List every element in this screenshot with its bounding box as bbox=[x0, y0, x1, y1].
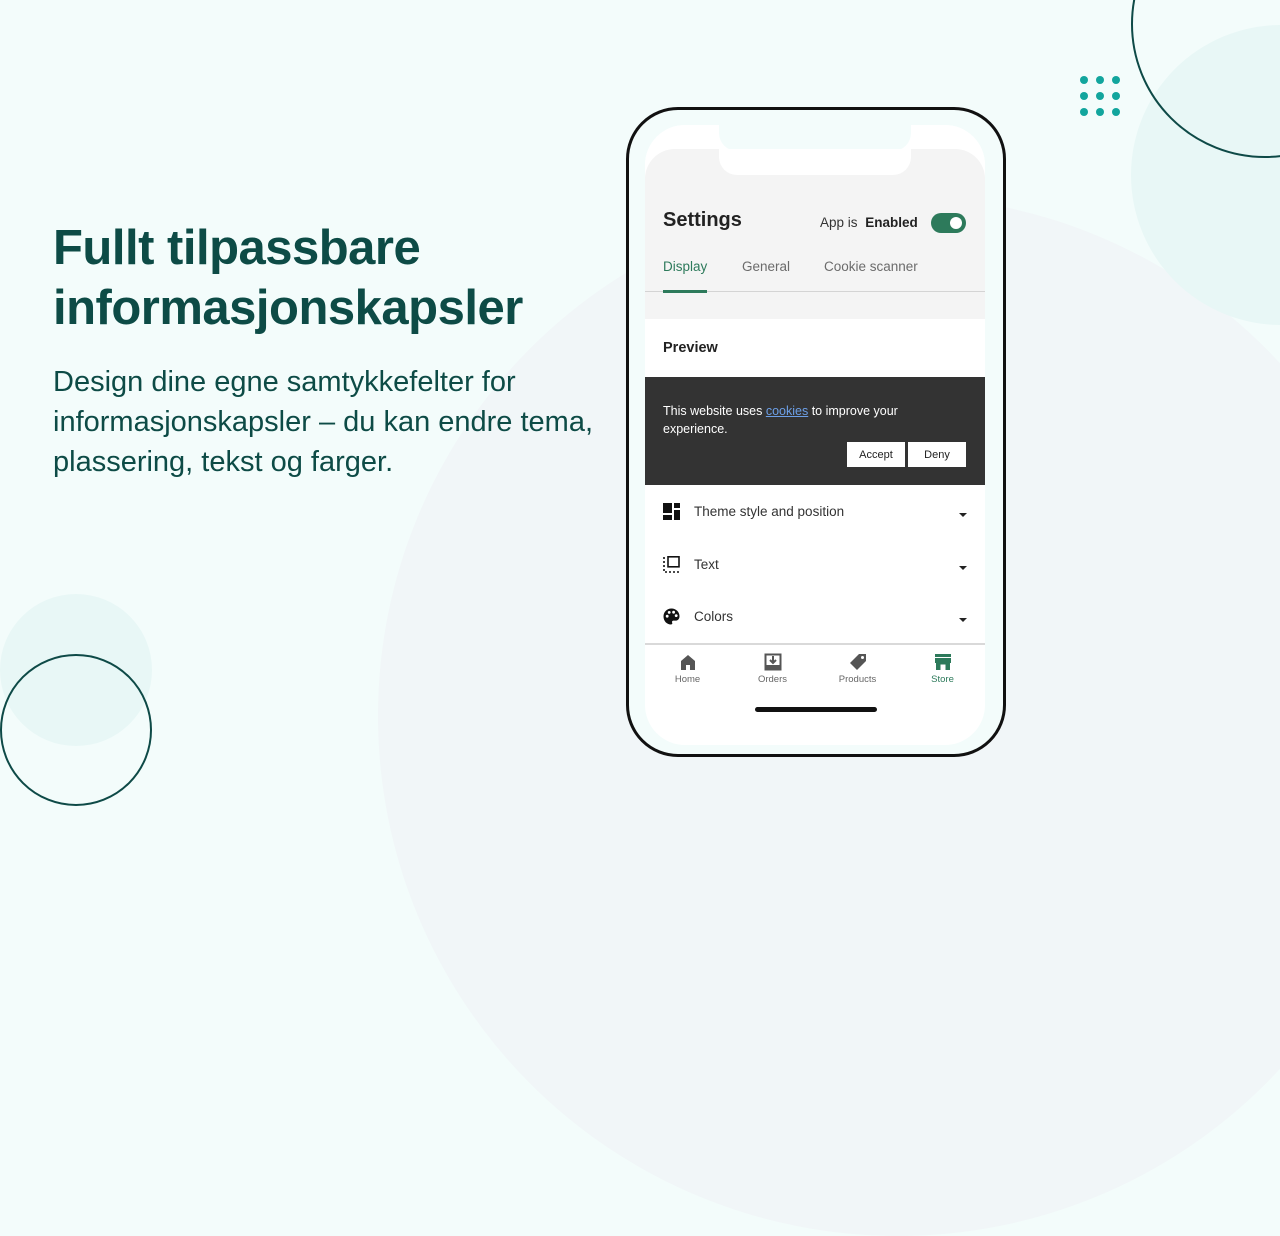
hero-description: Design dine egne samtykkefelter for info… bbox=[53, 366, 594, 478]
hero-title: Fullt tilpassbare informasjonskapsler bbox=[53, 218, 613, 338]
hero-section: Fullt tilpassbare informasjonskapsler De… bbox=[53, 218, 613, 482]
dot bbox=[1112, 92, 1120, 100]
phone-notch bbox=[719, 125, 911, 151]
palette-icon bbox=[663, 608, 680, 625]
bottom-navigation: Home Orders Products Store bbox=[645, 645, 985, 705]
app-status-value: Enabled bbox=[865, 215, 918, 230]
home-indicator[interactable] bbox=[755, 707, 877, 712]
dot bbox=[1096, 76, 1104, 84]
dot bbox=[1112, 108, 1120, 116]
preview-heading: Preview bbox=[663, 340, 718, 356]
deny-button[interactable]: Deny bbox=[908, 442, 966, 467]
caret-down-icon bbox=[959, 513, 967, 517]
cookie-banner-text: This website uses cookies to improve you… bbox=[663, 402, 953, 438]
dot bbox=[1096, 92, 1104, 100]
settings-header: Settings App is Enabled Display General … bbox=[645, 149, 985, 319]
text-box-icon bbox=[663, 555, 680, 573]
dot bbox=[1080, 108, 1088, 116]
app-enabled-toggle[interactable] bbox=[931, 213, 966, 233]
tag-icon bbox=[849, 654, 866, 670]
caret-down-icon bbox=[959, 565, 967, 570]
accordion-theme-style-position[interactable]: Theme style and position bbox=[645, 485, 985, 538]
settings-tabs: Display General Cookie scanner bbox=[645, 259, 985, 293]
nav-item-home[interactable]: Home bbox=[645, 653, 730, 685]
decorative-dot-grid bbox=[1080, 76, 1120, 116]
dot bbox=[1080, 92, 1088, 100]
tab-general[interactable]: General bbox=[742, 259, 790, 274]
phone-screen: Settings App is Enabled Display General … bbox=[645, 125, 985, 745]
accordion-text[interactable]: Text bbox=[645, 538, 985, 591]
nav-label: Store bbox=[931, 674, 954, 685]
background-ring-bottom-left bbox=[0, 654, 152, 806]
dashboard-layout-icon bbox=[663, 503, 680, 520]
active-tab-indicator bbox=[663, 290, 707, 293]
hero-title-line2: informasjonskapsler bbox=[53, 281, 523, 335]
app-status-prefix: App is bbox=[820, 215, 858, 230]
preview-section: Preview bbox=[645, 319, 985, 377]
tab-cookie-scanner[interactable]: Cookie scanner bbox=[824, 259, 918, 274]
accept-button[interactable]: Accept bbox=[847, 442, 905, 467]
toggle-knob bbox=[950, 217, 962, 229]
nav-label: Home bbox=[674, 674, 701, 685]
cookie-banner-preview: This website uses cookies to improve you… bbox=[645, 377, 985, 485]
header-notch-cutout bbox=[719, 149, 911, 175]
cookies-link[interactable]: cookies bbox=[766, 404, 808, 418]
nav-label: Orders bbox=[757, 674, 788, 685]
cookie-text-before: This website uses bbox=[663, 404, 766, 418]
app-status: App is Enabled bbox=[820, 215, 918, 230]
home-icon bbox=[680, 655, 695, 670]
caret-down-icon bbox=[959, 618, 967, 622]
accordion-label: Theme style and position bbox=[694, 504, 845, 519]
store-icon bbox=[934, 654, 951, 670]
nav-item-store[interactable]: Store bbox=[900, 653, 985, 685]
accordion-label: Colors bbox=[694, 609, 734, 624]
tab-display[interactable]: Display bbox=[663, 259, 707, 274]
accordion-colors[interactable]: Colors bbox=[645, 590, 985, 643]
accordion-label: Text bbox=[694, 556, 719, 572]
nav-item-orders[interactable]: Orders bbox=[730, 653, 815, 685]
nav-label: Products bbox=[838, 674, 877, 685]
dot bbox=[1112, 76, 1120, 84]
page-title: Settings bbox=[663, 209, 742, 231]
dot bbox=[1080, 76, 1088, 84]
orders-inbox-icon bbox=[764, 653, 781, 671]
settings-accordion: Theme style and position Text Colors bbox=[645, 485, 985, 643]
hero-title-line1: Fullt tilpassbare bbox=[53, 221, 421, 275]
dot bbox=[1096, 108, 1104, 116]
nav-item-products[interactable]: Products bbox=[815, 653, 900, 685]
